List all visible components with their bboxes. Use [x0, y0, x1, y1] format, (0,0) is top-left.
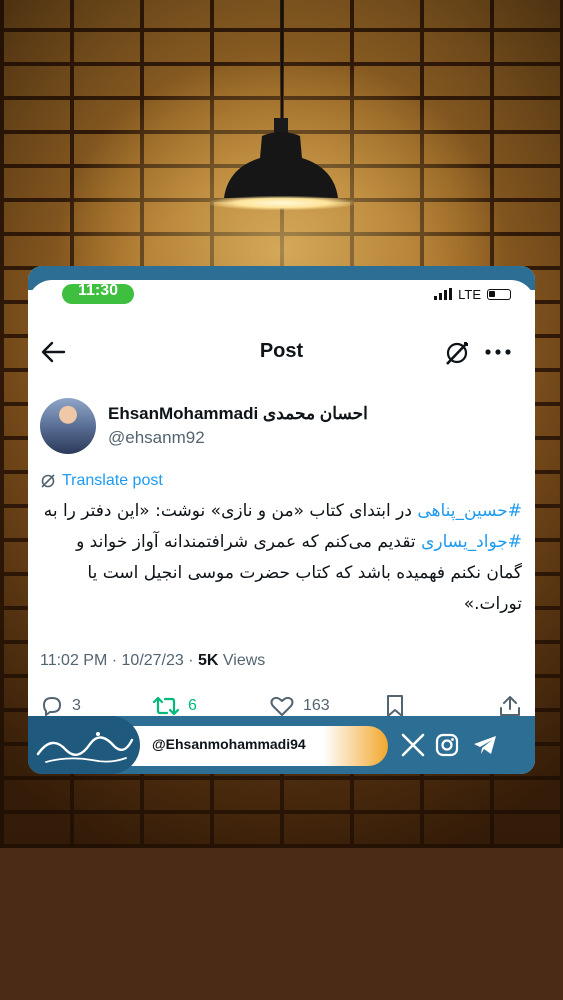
banner-handle: @Ehsanmohammadi94 — [152, 736, 306, 752]
pendant-lamp-icon — [224, 118, 338, 198]
like-icon — [270, 696, 294, 716]
status-time: 11:30 — [62, 284, 134, 304]
logo-badge — [28, 716, 140, 774]
bookmark-button[interactable] — [384, 694, 406, 718]
branding-banner: @Ehsanmohammadi94 — [28, 716, 535, 774]
post-card: 11:30 LTE Post EhsanMohammadi احسان محمد… — [28, 266, 535, 774]
share-icon — [500, 696, 520, 716]
signal-icon — [434, 288, 453, 300]
more-icon[interactable] — [484, 348, 512, 356]
hashtag-link[interactable]: #جواد_یساری — [421, 532, 522, 552]
repost-icon — [152, 696, 180, 716]
author-handle[interactable]: @ehsanm92 — [108, 428, 205, 448]
lamp-glow — [210, 196, 354, 210]
post-meta: 11:02 PM · 10/27/23 · 5K Views — [40, 652, 265, 670]
lamp-cord — [281, 0, 283, 118]
like-count: 163 — [303, 697, 330, 714]
grok-icon[interactable] — [444, 340, 470, 366]
reply-count: 3 — [72, 697, 81, 714]
share-button[interactable] — [498, 694, 522, 718]
tweet-text-part: در ابتدای کتاب «من و نازی» نوشت: «این دف… — [43, 501, 418, 521]
status-indicators: LTE — [434, 286, 511, 302]
translate-post-link[interactable]: Translate post — [40, 472, 163, 490]
reply-button[interactable]: 3 — [40, 694, 81, 718]
bookmark-icon — [387, 695, 403, 717]
floor-background — [0, 848, 563, 1000]
telegram-icon[interactable] — [472, 732, 498, 758]
avatar[interactable] — [40, 398, 96, 454]
author-name[interactable]: EhsanMohammadi احسان محمدی — [108, 404, 368, 424]
hashtag-link[interactable]: #حسین_پناهی — [417, 501, 522, 521]
repost-count: 6 — [188, 697, 197, 714]
tweet-text: #حسین_پناهی در ابتدای کتاب «من و نازی» ن… — [40, 496, 522, 620]
reply-icon — [43, 697, 61, 716]
x-logo-icon[interactable] — [400, 732, 426, 758]
translate-label: Translate post — [62, 472, 163, 489]
battery-icon — [487, 288, 511, 300]
post-nav-bar: Post — [28, 334, 535, 370]
views-count: 5K — [198, 652, 219, 669]
translate-icon — [41, 474, 55, 488]
instagram-icon[interactable] — [434, 732, 460, 758]
signature-logo — [36, 732, 134, 763]
views-label: Views — [218, 652, 266, 669]
like-button[interactable]: 163 — [269, 694, 330, 718]
repost-button[interactable]: 6 — [152, 694, 197, 718]
network-label: LTE — [458, 286, 481, 302]
post-timestamp[interactable]: 11:02 PM · 10/27/23 · — [40, 652, 198, 669]
